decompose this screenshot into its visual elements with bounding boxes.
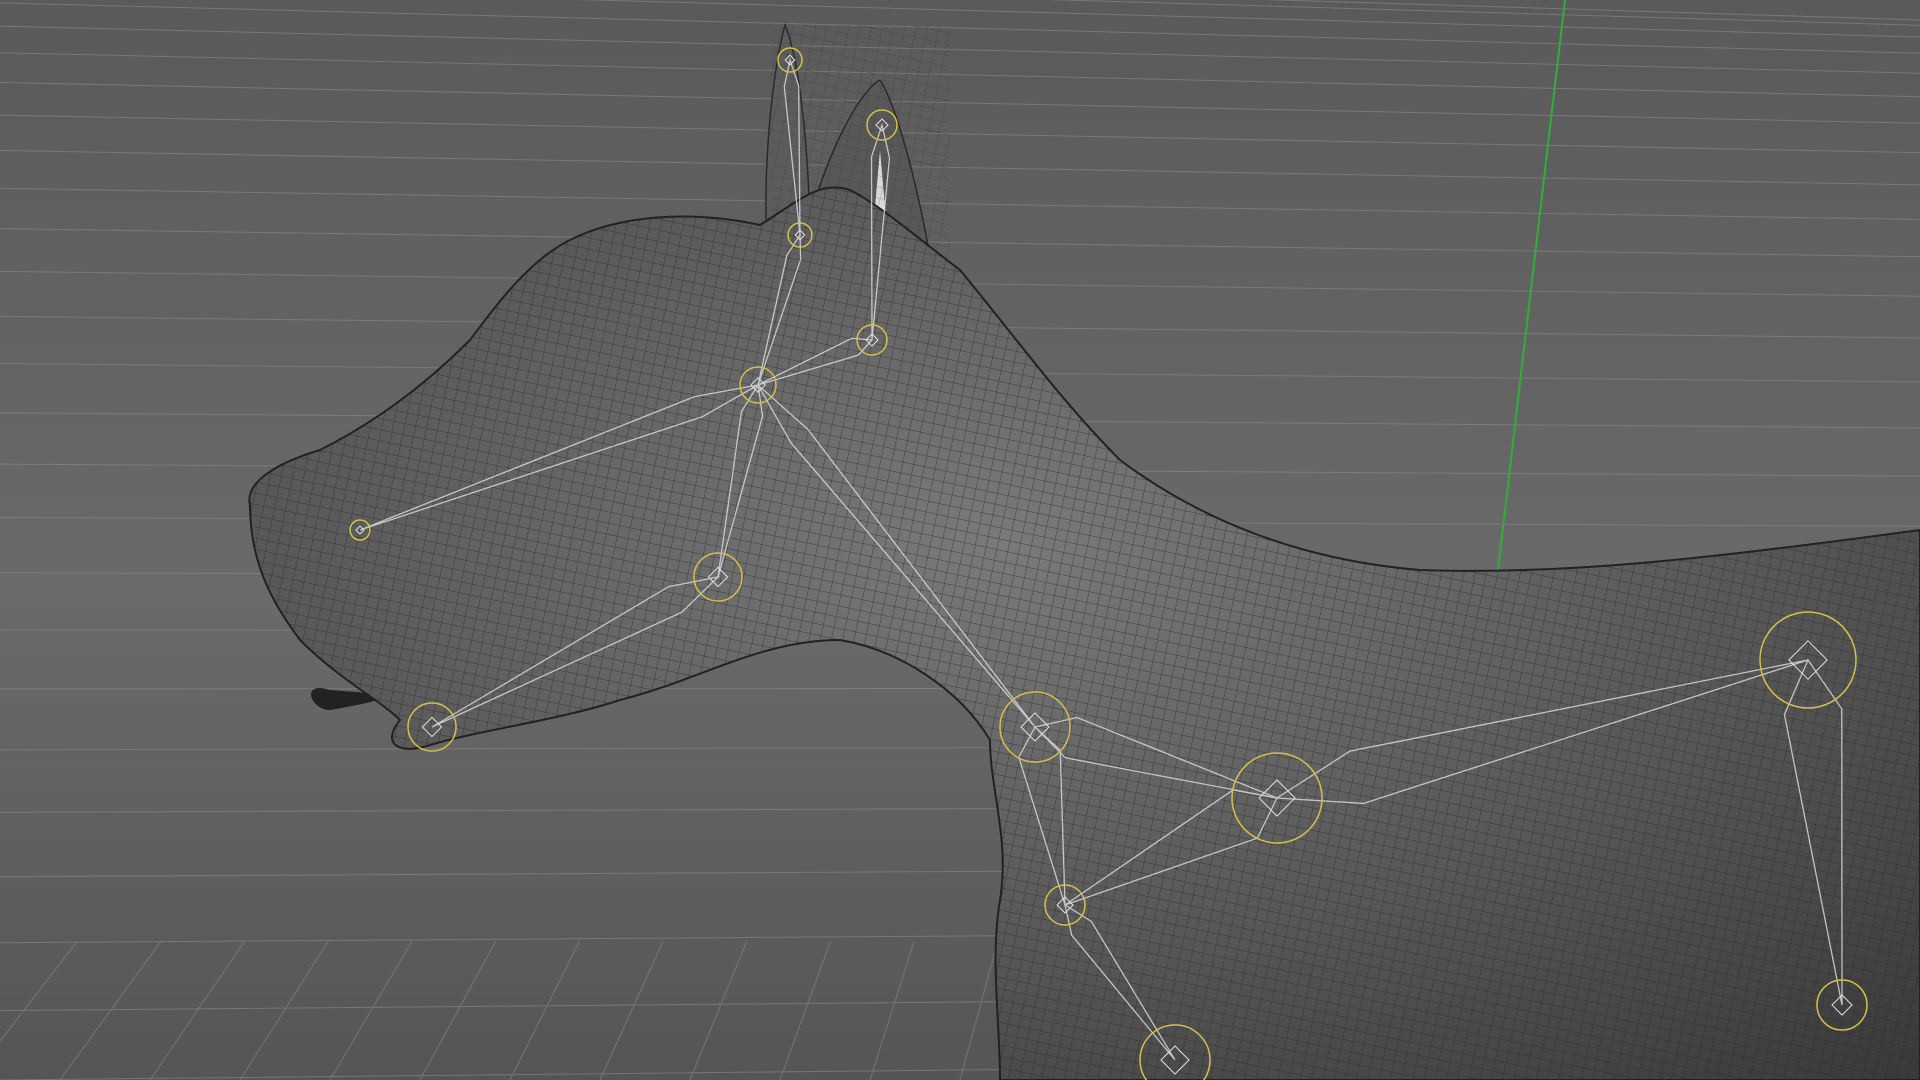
3d-viewport[interactable] <box>0 0 1920 1080</box>
